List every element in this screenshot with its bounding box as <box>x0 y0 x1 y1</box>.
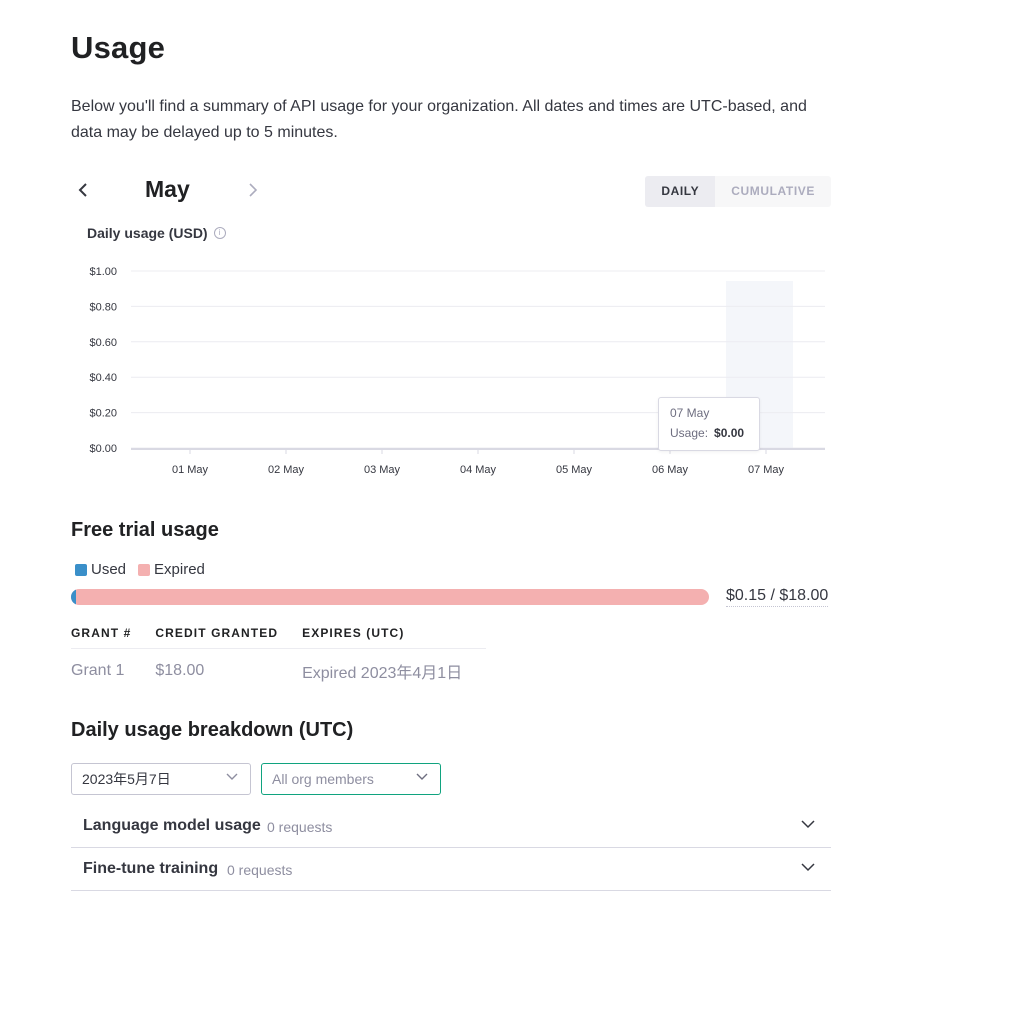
chevron-down-icon <box>416 773 428 780</box>
members-search-input[interactable] <box>262 770 424 788</box>
breakdown-title: Daily usage breakdown (UTC) <box>71 719 354 741</box>
view-toggle: DAILY CUMULATIVE <box>645 176 831 207</box>
current-month: May <box>145 176 190 202</box>
tooltip-usage: Usage: $0.00 <box>670 426 744 440</box>
x-tick-label: 04 May <box>460 464 497 476</box>
info-icon[interactable]: i <box>213 227 226 239</box>
x-tick-label: 06 May <box>652 464 689 476</box>
legend-expired-label: Expired <box>154 561 205 578</box>
y-tick-label: $0.40 <box>89 372 117 384</box>
language-model-usage-row[interactable]: Language model usage 0 requests <box>71 805 831 848</box>
chevron-left-icon <box>78 183 87 197</box>
y-tick-label: $0.60 <box>89 337 117 349</box>
next-month-button[interactable] <box>241 176 265 204</box>
chevron-down-icon[interactable] <box>801 820 815 829</box>
y-tick-label: $0.00 <box>89 443 117 455</box>
table-row: Grant 1 $18.00 Expired 2023年4月1日 <box>71 649 486 692</box>
fine-tune-training-row[interactable]: Fine-tune training 0 requests <box>71 848 831 891</box>
chart-title: Daily usage (USD) i <box>87 225 226 241</box>
page-description: Below you'll find a summary of API usage… <box>71 98 807 141</box>
month-navigation: May DAILY CUMULATIVE <box>71 172 831 208</box>
x-tick-label: 05 May <box>556 464 593 476</box>
legend-item-used: Used <box>75 561 126 578</box>
chevron-down-icon <box>226 773 238 780</box>
accordion-title: Fine-tune training <box>83 860 219 877</box>
grant-number: Grant 1 <box>71 662 125 679</box>
x-tick-label: 07 May <box>748 464 785 476</box>
credit-usage-bar <box>71 589 709 605</box>
column-header-grant: GRANT # <box>71 622 156 649</box>
x-tick-label: 03 May <box>364 464 401 476</box>
column-header-credit: CREDIT GRANTED <box>155 622 303 649</box>
expired-swatch <box>138 563 151 576</box>
chart-title-label: Daily usage (USD) <box>87 225 208 241</box>
date-select-value: 2023年5月7日 <box>82 771 171 787</box>
credit-used-fill <box>71 589 77 605</box>
y-tick-label: $0.20 <box>89 408 117 420</box>
members-select[interactable] <box>261 763 441 795</box>
credit-granted: $18.00 <box>155 662 205 679</box>
x-tick-label: 02 May <box>268 464 305 476</box>
used-swatch <box>75 563 87 576</box>
accordion-title: Language model usage <box>83 817 261 834</box>
column-header-expires: EXPIRES (UTC) <box>302 622 487 649</box>
request-count: 0 requests <box>267 819 333 835</box>
chevron-down-icon[interactable] <box>801 863 815 872</box>
tooltip-date: 07 May <box>670 406 710 420</box>
tooltip-usage-value: $0.00 <box>714 426 745 440</box>
date-select[interactable]: 2023年5月7日 <box>71 763 251 795</box>
y-tick-label: $0.80 <box>89 301 117 313</box>
legend-item-expired: Expired <box>138 561 205 578</box>
daily-view-button[interactable]: DAILY <box>645 176 716 207</box>
cumulative-view-button[interactable]: CUMULATIVE <box>715 176 831 207</box>
chevron-right-icon <box>249 183 258 197</box>
x-tick-label: 01 May <box>172 464 209 476</box>
legend-used-label: Used <box>91 561 127 578</box>
request-count: 0 requests <box>227 862 293 878</box>
y-tick-label: $1.00 <box>89 266 117 278</box>
grants-header-row: GRANT # CREDIT GRANTED EXPIRES (UTC) <box>71 622 487 649</box>
free-trial-title: Free trial usage <box>71 519 219 541</box>
credit-usage-total[interactable]: $0.15 / $18.00 <box>726 587 829 607</box>
chart-tooltip: 07 May Usage: $0.00 <box>658 397 760 451</box>
tooltip-usage-label: Usage: <box>670 426 709 440</box>
page-title: Usage <box>71 30 166 65</box>
free-trial-legend: Used Expired <box>75 561 217 578</box>
grants-table: GRANT # CREDIT GRANTED EXPIRES (UTC) Gra… <box>71 622 487 692</box>
expiry-date: Expired 2023年4月1日 <box>302 665 463 682</box>
previous-month-button[interactable] <box>71 176 95 204</box>
